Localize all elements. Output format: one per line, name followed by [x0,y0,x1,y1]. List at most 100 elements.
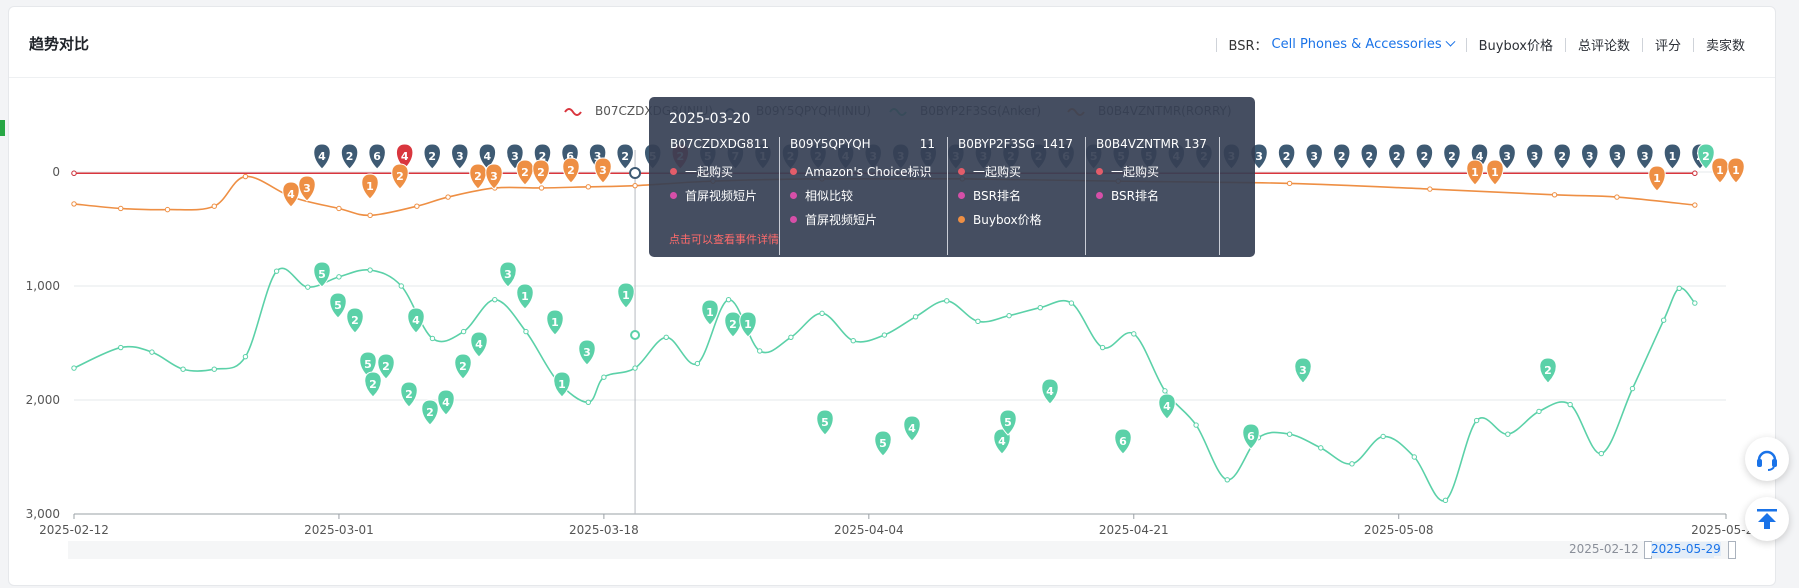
event-flag-label: 2 [1544,364,1552,377]
data-point [211,366,217,372]
event-flag-label: 2 [346,150,354,163]
data-point [1099,344,1106,351]
data-point [1193,422,1199,428]
event-flag-label: 4 [475,338,483,351]
tooltip-asin: B0B4VZNTMR [1096,137,1180,151]
data-point [242,173,249,180]
event-flag: 5 [874,430,892,457]
event-flag-label: 4 [1163,400,1171,413]
event-flag-label: 5 [879,437,887,450]
event-flag-label: 3 [1641,150,1649,163]
data-point [164,206,171,213]
event-flag-label: 2 [1338,150,1346,163]
data-point [944,298,950,304]
event-flag: 2 [421,399,439,426]
tooltip-event: BSR排名 [1096,183,1219,207]
trend-chart[interactable]: 0 1,000 2,000 3,000 2025-02-12 2025-03-01 2025… [0,0,1799,588]
event-flag: 2 [346,307,364,334]
event-flag-label: 1 [622,289,630,302]
event-flag: 2 [364,371,382,398]
event-flag: 6 [1114,428,1132,455]
event-flag-label: 4 [412,314,420,327]
highlight-point [630,330,641,341]
data-point [118,205,124,212]
event-flag: 1 [516,283,534,310]
x-tick-label: 2025-03-18 [569,523,639,537]
event-flag: 2 [532,159,550,186]
event-flag-label: 2 [521,166,529,179]
data-point [1349,461,1355,467]
data-point [1598,450,1605,457]
event-label: 首屏视频短片 [805,212,878,227]
event-flag: 2 [1415,143,1434,170]
event-flag: 3 [1305,143,1323,170]
data-point [460,328,467,335]
back-to-top-button[interactable] [1745,497,1789,541]
event-flag: 2 [400,381,418,408]
event-flag: 3 [594,157,612,184]
data-point [1536,408,1542,415]
data-point [118,344,124,351]
data-point [850,338,856,344]
event-flag-label: 2 [369,378,377,391]
event-flag: 3 [1581,143,1599,170]
slider-end-label: 2025-05-29 [1651,542,1721,556]
legend-line-icon [564,108,582,116]
event-flag-label: 6 [1247,430,1255,443]
customer-service-button[interactable] [1745,437,1789,481]
event-flag-label: 1 [366,180,374,193]
event-dot [958,167,965,175]
event-flag-label: 4 [401,150,409,163]
slider-end-handle[interactable] [1728,541,1736,559]
event-flag: 2 [724,311,742,338]
event-flag: 2 [423,143,441,170]
data-point [1629,385,1636,392]
event-flag-label: 4 [442,396,450,409]
x-tick-label: 2025-05-08 [1364,523,1434,537]
event-flag: 1 [546,309,564,336]
event-flag-label: 6 [373,150,381,163]
event-flag: 6 [368,143,386,170]
event-flag: 3 [1636,143,1654,170]
data-point [71,170,77,176]
tooltip-column: B09Y5QPYQH 11 Amazon's Choice标识 相似比较 首屏视频… [780,137,948,255]
data-point [305,284,311,290]
event-dot [790,167,797,175]
data-point [429,335,436,342]
data-point [819,310,825,317]
event-flag-label: 3 [1310,150,1318,163]
event-flag: 3 [578,339,596,366]
event-flag: 6 [1242,423,1260,450]
data-point [538,185,545,191]
event-label: Amazon's Choice标识 [805,164,932,179]
event-flag: 5 [816,409,834,436]
data-point [445,194,451,200]
event-flag: 3 [451,143,469,170]
tooltip-value: 11 [919,137,935,151]
event-flag: 5 [313,261,331,288]
highlight-point [629,167,642,179]
x-tick-label: 2025-04-21 [1099,523,1169,537]
tooltip-footer[interactable]: 点击可以查看事件详情 [669,231,779,247]
event-flag: 1 [1663,143,1682,170]
series-line [73,267,1696,502]
data-point [336,274,342,280]
date-range-slider[interactable] [68,541,1736,559]
data-point [1037,304,1043,311]
data-point [1427,186,1433,192]
data-point [398,283,404,289]
tooltip-date: 2025-03-20 [669,111,751,127]
event-flag: 3 [298,175,316,202]
event-flag-label: 2 [1365,150,1373,163]
event-flag-label: 5 [1004,416,1012,429]
event-flag: 2 [1443,143,1461,170]
event-flag: 2 [391,163,409,190]
event-flag: 4 [903,415,921,442]
event-flag: 1 [617,282,635,309]
tooltip-event: BSR排名 [958,183,1085,207]
event-flag: 4 [437,389,455,416]
data-point [1692,170,1698,176]
data-point [663,334,669,340]
event-flag-label: 3 [1299,364,1307,377]
data-point [1006,312,1012,319]
